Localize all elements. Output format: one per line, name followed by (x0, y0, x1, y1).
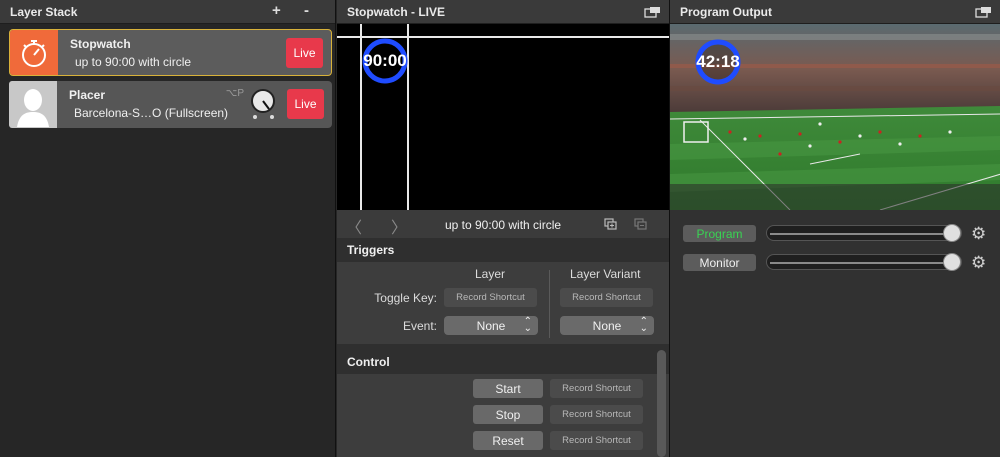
program-output-view: 42:18 (670, 24, 1000, 210)
variant-column-title: Layer Variant (570, 267, 641, 281)
start-button[interactable]: Start (473, 379, 543, 398)
stopwatch-icon (22, 39, 46, 67)
program-output-panel: Program Output 42:18 Program ⚙ Monitor ⚙ (669, 0, 1000, 457)
layer-event-select[interactable]: None ⌃ ⌄ (444, 316, 538, 335)
monitor-gear-icon[interactable]: ⚙ (971, 254, 986, 271)
variant-event-select[interactable]: None ⌃ ⌄ (560, 316, 654, 335)
start-shortcut-button[interactable]: Record Shortcut (550, 379, 643, 398)
duplicate-variant-icon[interactable] (604, 218, 617, 230)
program-bus-button[interactable]: Program (683, 225, 756, 242)
triggers-section: Layer Layer Variant Toggle Key: Record S… (337, 262, 669, 344)
opacity-knob-icon[interactable] (248, 87, 278, 121)
slider-knob[interactable] (943, 224, 961, 242)
person-icon (17, 88, 49, 127)
control-scrollbar[interactable] (657, 350, 666, 457)
reset-shortcut-button[interactable]: Record Shortcut (550, 431, 643, 450)
slider-fill (770, 233, 946, 235)
layer-preview: 90:00 (337, 24, 669, 210)
layer-variant: Barcelona-S…O (Fullscreen) (74, 106, 229, 120)
reset-button[interactable]: Reset (473, 431, 543, 450)
slider-knob[interactable] (943, 253, 961, 271)
monitor-volume-slider[interactable] (766, 253, 962, 271)
control-section: Start Record Shortcut Stop Record Shortc… (337, 374, 669, 457)
toggle-key-label: Toggle Key: (374, 291, 437, 305)
program-clock-value: 42:18 (696, 52, 740, 71)
slider-fill (770, 262, 946, 264)
column-divider (549, 270, 550, 338)
variant-toggle-shortcut-button[interactable]: Record Shortcut (560, 288, 653, 307)
layer-name: Stopwatch (70, 37, 131, 51)
program-volume-slider[interactable] (766, 224, 962, 242)
stop-shortcut-button[interactable]: Record Shortcut (550, 405, 643, 424)
updown-chevron-icon: ⌃ ⌄ (523, 316, 532, 334)
layer-stack-header: Layer Stack + - (0, 0, 335, 24)
program-output-title: Program Output (680, 4, 772, 19)
stopwatch-panel-title: Stopwatch - LIVE (347, 4, 446, 19)
clock-value: 90:00 (363, 51, 407, 70)
monitor-bus-button[interactable]: Monitor (683, 254, 756, 271)
pop-out-icon[interactable] (644, 6, 661, 18)
program-gear-icon[interactable]: ⚙ (971, 225, 986, 242)
updown-chevron-icon: ⌃ ⌄ (639, 316, 648, 334)
layer-shortcut: ⌥P (225, 88, 244, 99)
stop-button[interactable]: Stop (473, 405, 543, 424)
pop-out-icon[interactable] (975, 6, 992, 18)
variant-name: up to 90:00 with circle (444, 218, 562, 232)
variant-nav-bar: 〈 〉 up to 90:00 with circle (337, 210, 669, 238)
layer-stack-panel: Layer Stack + - Stopwatch up to 90:00 wi… (0, 0, 336, 457)
live-button-placer[interactable]: Live (287, 89, 324, 119)
program-output-header: Program Output (670, 0, 1000, 24)
layer-toggle-shortcut-button[interactable]: Record Shortcut (444, 288, 537, 307)
layer-name: Placer (69, 88, 106, 102)
layer-variant: up to 90:00 with circle (75, 55, 192, 69)
placer-thumbnail (9, 81, 57, 128)
stopwatch-thumbnail (10, 30, 58, 75)
add-layer-button[interactable]: + (272, 3, 281, 18)
variant-event-value: None (592, 318, 622, 333)
layer-row-stopwatch[interactable]: Stopwatch up to 90:00 with circle Live (9, 29, 332, 76)
triggers-header: Triggers (337, 238, 669, 262)
stopwatch-clock: 90:00 (362, 38, 408, 84)
live-button-stopwatch[interactable]: Live (286, 38, 323, 68)
control-header: Control (337, 350, 669, 374)
delete-variant-icon[interactable] (634, 218, 647, 230)
layer-event-value: None (476, 318, 506, 333)
layer-stack-title: Layer Stack (10, 4, 78, 19)
stopwatch-panel: Stopwatch - LIVE 90:00 〈 〉 up to 90:00 w… (337, 0, 669, 457)
remove-layer-button[interactable]: - (304, 3, 309, 18)
layer-column-title: Layer (475, 267, 506, 281)
event-label: Event: (402, 319, 437, 333)
program-clock: 42:18 (694, 38, 742, 86)
stopwatch-header: Stopwatch - LIVE (337, 0, 669, 24)
layer-row-placer[interactable]: Placer Barcelona-S…O (Fullscreen) ⌥P Liv… (9, 81, 332, 128)
